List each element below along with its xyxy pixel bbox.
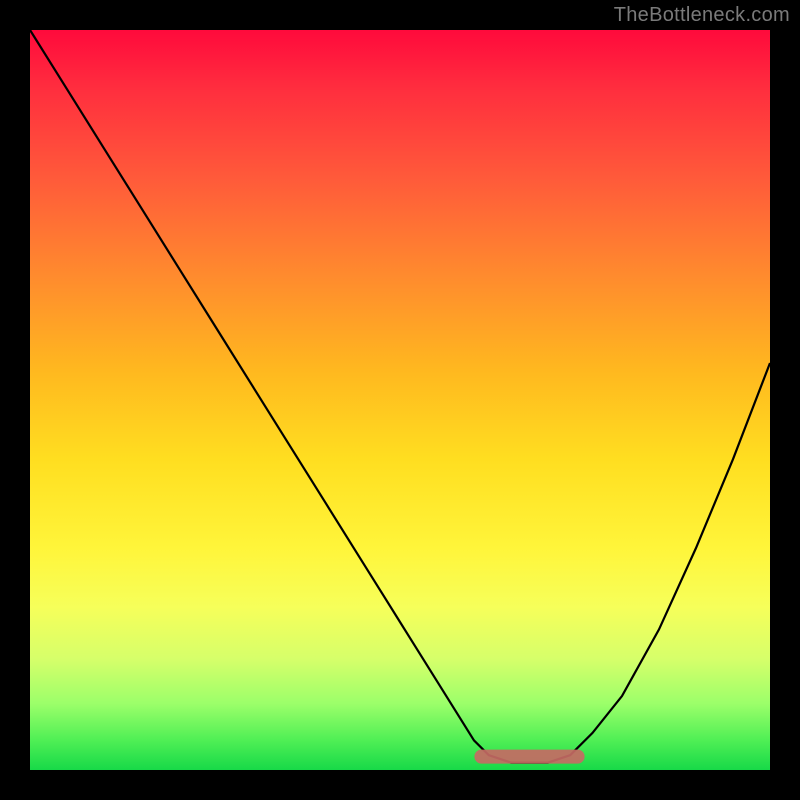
watermark-text: TheBottleneck.com [614, 4, 790, 27]
plot-area [30, 30, 770, 770]
bottleneck-curve [30, 30, 770, 763]
chart-frame: TheBottleneck.com [0, 0, 800, 800]
curve-svg [30, 30, 770, 770]
